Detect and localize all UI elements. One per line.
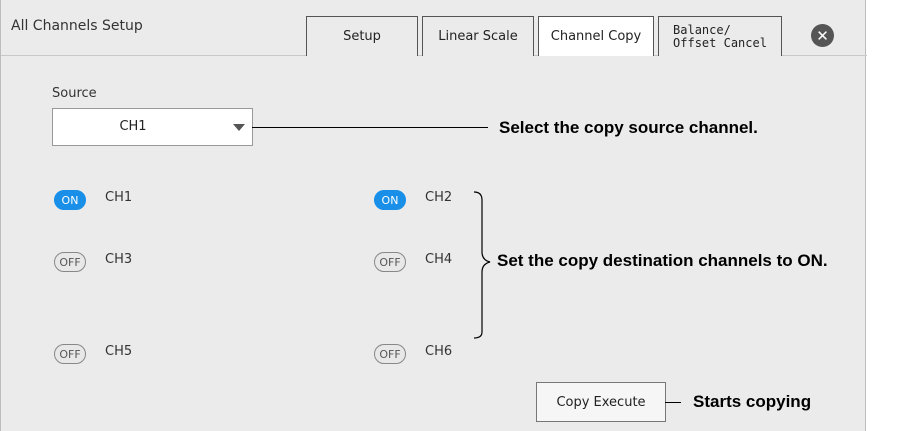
- tab-label: Linear Scale: [438, 29, 518, 44]
- execute-callout-line: [665, 402, 681, 403]
- ch3-label: CH3: [105, 252, 133, 267]
- chevron-down-icon: [233, 124, 245, 131]
- source-label: Source: [52, 86, 97, 101]
- close-icon[interactable]: ✕: [811, 24, 834, 47]
- ch4-label: CH4: [425, 252, 453, 267]
- ch2-toggle[interactable]: ON: [374, 190, 406, 210]
- tab-setup[interactable]: Setup: [306, 16, 418, 56]
- ch4-toggle[interactable]: OFF: [374, 252, 406, 272]
- tab-label: Setup: [343, 29, 381, 44]
- tab-label: Channel Copy: [550, 29, 642, 44]
- ch1-label: CH1: [105, 190, 133, 205]
- source-value: CH1: [119, 119, 147, 134]
- execute-callout: Starts copying: [693, 392, 812, 411]
- ch3-toggle[interactable]: OFF: [54, 252, 86, 272]
- ch5-toggle[interactable]: OFF: [54, 344, 86, 364]
- ch1-toggle[interactable]: ON: [54, 190, 86, 210]
- settings-panel: All Channels Setup Setup Linear Scale Ch…: [0, 0, 867, 431]
- window-title: All Channels Setup: [11, 18, 143, 34]
- destination-callout: Set the copy destination channels to ON.: [497, 251, 828, 270]
- copy-execute-button[interactable]: Copy Execute: [536, 382, 666, 422]
- source-callout: Select the copy source channel.: [499, 118, 758, 137]
- tab-label: Balance/ Offset Cancel: [673, 22, 767, 50]
- tab-balance-offset-cancel[interactable]: Balance/ Offset Cancel: [658, 16, 782, 56]
- source-callout-line: [252, 127, 488, 128]
- destination-bracket: [473, 191, 491, 339]
- ch6-toggle[interactable]: OFF: [374, 344, 406, 364]
- ch5-label: CH5: [105, 344, 133, 359]
- tab-channel-copy[interactable]: Channel Copy: [538, 16, 654, 56]
- ch2-label: CH2: [425, 190, 453, 205]
- source-dropdown[interactable]: CH1: [52, 108, 253, 146]
- ch6-label: CH6: [425, 344, 453, 359]
- tab-linear-scale[interactable]: Linear Scale: [422, 16, 534, 56]
- title-bar: All Channels Setup Setup Linear Scale Ch…: [1, 0, 867, 56]
